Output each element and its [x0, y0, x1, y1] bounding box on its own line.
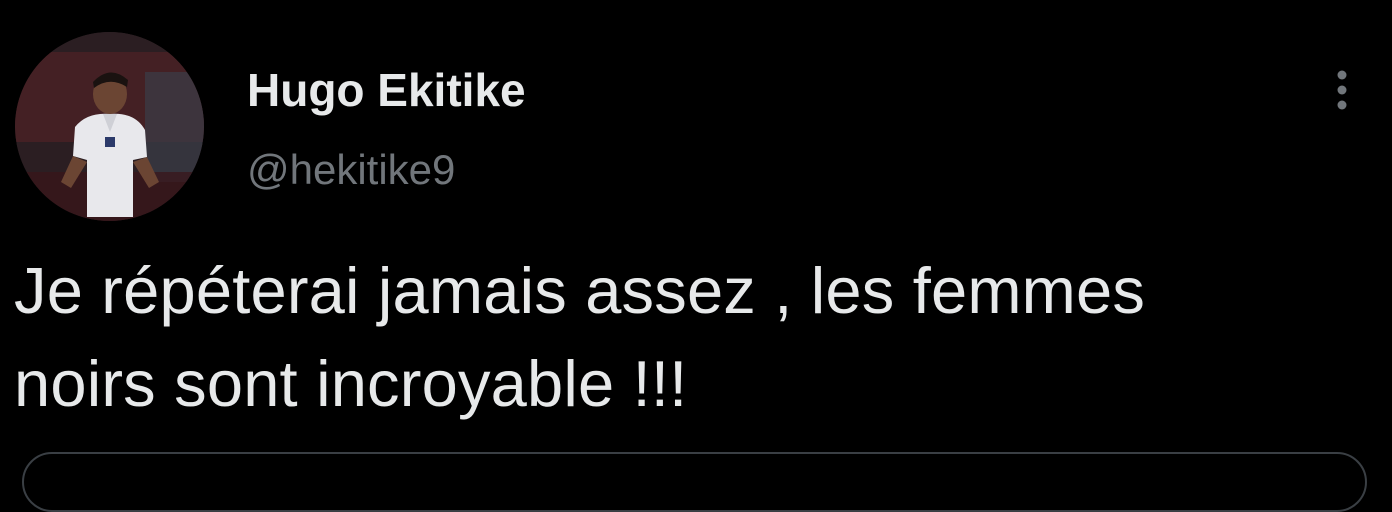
tweet-text: Je répéterai jamais assez , les femmes n… — [14, 254, 1146, 420]
author-display-name[interactable]: Hugo Ekitike — [247, 64, 526, 116]
author-handle[interactable]: @hekitike9 — [247, 146, 455, 194]
user-avatar-photo-icon — [15, 32, 204, 221]
more-options-button[interactable] — [1320, 62, 1364, 118]
embedded-card-border[interactable] — [22, 452, 1367, 512]
tweet-card: Hugo Ekitike @hekitike9 Je répéterai jam… — [0, 0, 1392, 512]
more-vertical-icon — [1337, 70, 1347, 110]
avatar[interactable] — [15, 32, 204, 221]
